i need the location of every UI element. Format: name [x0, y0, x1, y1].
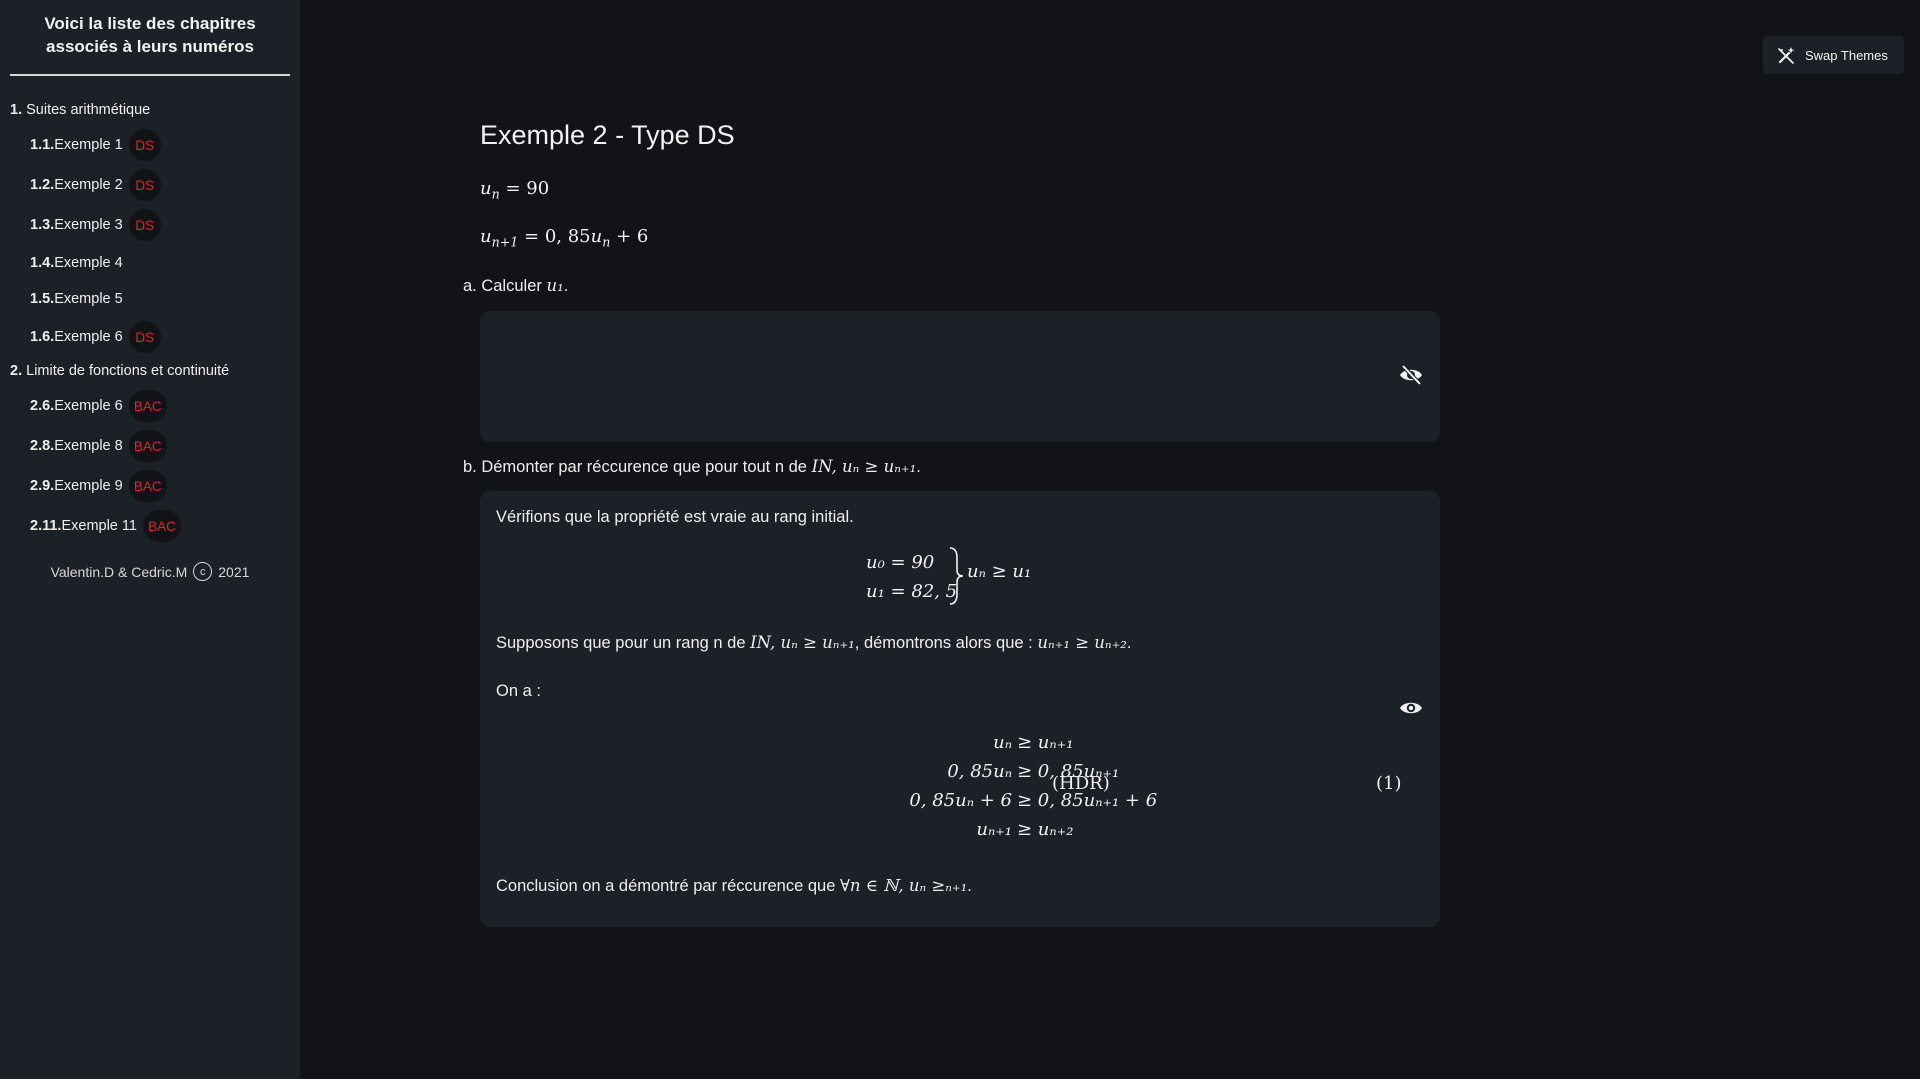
chapter-nav: 1. Suites arithmétique 1.1. Exemple 1 DS 1…: [0, 76, 300, 581]
sidebar-item-1-1[interactable]: 1.1. Exemple 1 DS: [10, 125, 290, 165]
sidebar: Voici la liste des chapitres associés à …: [0, 0, 300, 1079]
footer-year: 2021: [218, 563, 250, 580]
badge-bac: BAC: [128, 430, 167, 462]
sidebar-item-1-2[interactable]: 1.2. Exemple 2 DS: [10, 165, 290, 205]
answer-b-hypothesis: Supposons que pour un rang n de IN, uₙ ≥…: [496, 633, 1132, 652]
answer-b-conclusion: Conclusion on a démontré par réccurence …: [496, 876, 972, 895]
badge-ds: DS: [128, 209, 161, 241]
initial-conclusion: uₙ ≥ u₁: [967, 561, 1032, 582]
badge-ds: DS: [128, 321, 161, 353]
magic-wand-icon: [1778, 47, 1795, 64]
badge-ds: DS: [128, 129, 161, 161]
initial-system: u₀ = 90 u₁ = 82, 5: [866, 552, 958, 602]
swap-themes-label: Swap Themes: [1805, 47, 1888, 63]
swap-themes-button[interactable]: Swap Themes: [1763, 36, 1904, 74]
question-b: b. Démonter par réccurence que pour tout…: [463, 457, 921, 476]
derivation-lhs: uₙ 0, 85uₙ 0, 85uₙ + 6 uₙ₊₁: [909, 732, 1012, 840]
eye-icon[interactable]: [1398, 695, 1424, 721]
sidebar-item-2-9[interactable]: 2.9. Exemple 9 BAC: [10, 466, 290, 506]
question-a: a. Calculer u₁.: [463, 276, 569, 295]
copyright-icon: c: [193, 562, 213, 581]
chapter-2[interactable]: 2. Limite de fonctions et continuité: [10, 357, 290, 386]
sidebar-item-2-8[interactable]: 2.8. Exemple 8 BAC: [10, 426, 290, 466]
sidebar-item-1-5[interactable]: 1.5. Exemple 5: [10, 281, 290, 317]
answer-a-panel: [480, 311, 1440, 442]
given-un: un = 90: [480, 178, 550, 202]
on-a-label: On a :: [496, 682, 541, 700]
right-brace: [949, 547, 964, 605]
chapter-1[interactable]: 1. Suites arithmétique: [10, 96, 290, 125]
equation-number: (1): [1376, 773, 1402, 794]
badge-bac: BAC: [128, 390, 167, 422]
given-recurrence: un+1 = 0, 85un + 6: [480, 226, 649, 250]
badge-bac: BAC: [128, 470, 167, 502]
answer-b-intro: Vérifions que la propriété est vraie au …: [496, 508, 854, 526]
sidebar-footer: Valentin.D & Cedric.M c 2021: [10, 562, 290, 581]
sidebar-item-1-4[interactable]: 1.4. Exemple 4: [10, 245, 290, 281]
page-title: Exemple 2 - Type DS: [480, 120, 735, 150]
sidebar-item-2-6[interactable]: 2.6. Exemple 6 BAC: [10, 386, 290, 426]
footer-authors: Valentin.D & Cedric.M: [50, 563, 188, 580]
badge-ds: DS: [128, 169, 161, 201]
eye-slash-icon[interactable]: [1398, 362, 1424, 388]
sidebar-item-1-3[interactable]: 1.3. Exemple 3 DS: [10, 205, 290, 245]
sidebar-item-2-11[interactable]: 2.11. Exemple 11 BAC: [10, 506, 290, 546]
sidebar-item-1-6[interactable]: 1.6. Exemple 6 DS: [10, 317, 290, 357]
hdr-tag: (HDR): [1052, 773, 1110, 794]
badge-bac: BAC: [142, 510, 181, 542]
sidebar-title: Voici la liste des chapitres associés à …: [10, 12, 290, 76]
